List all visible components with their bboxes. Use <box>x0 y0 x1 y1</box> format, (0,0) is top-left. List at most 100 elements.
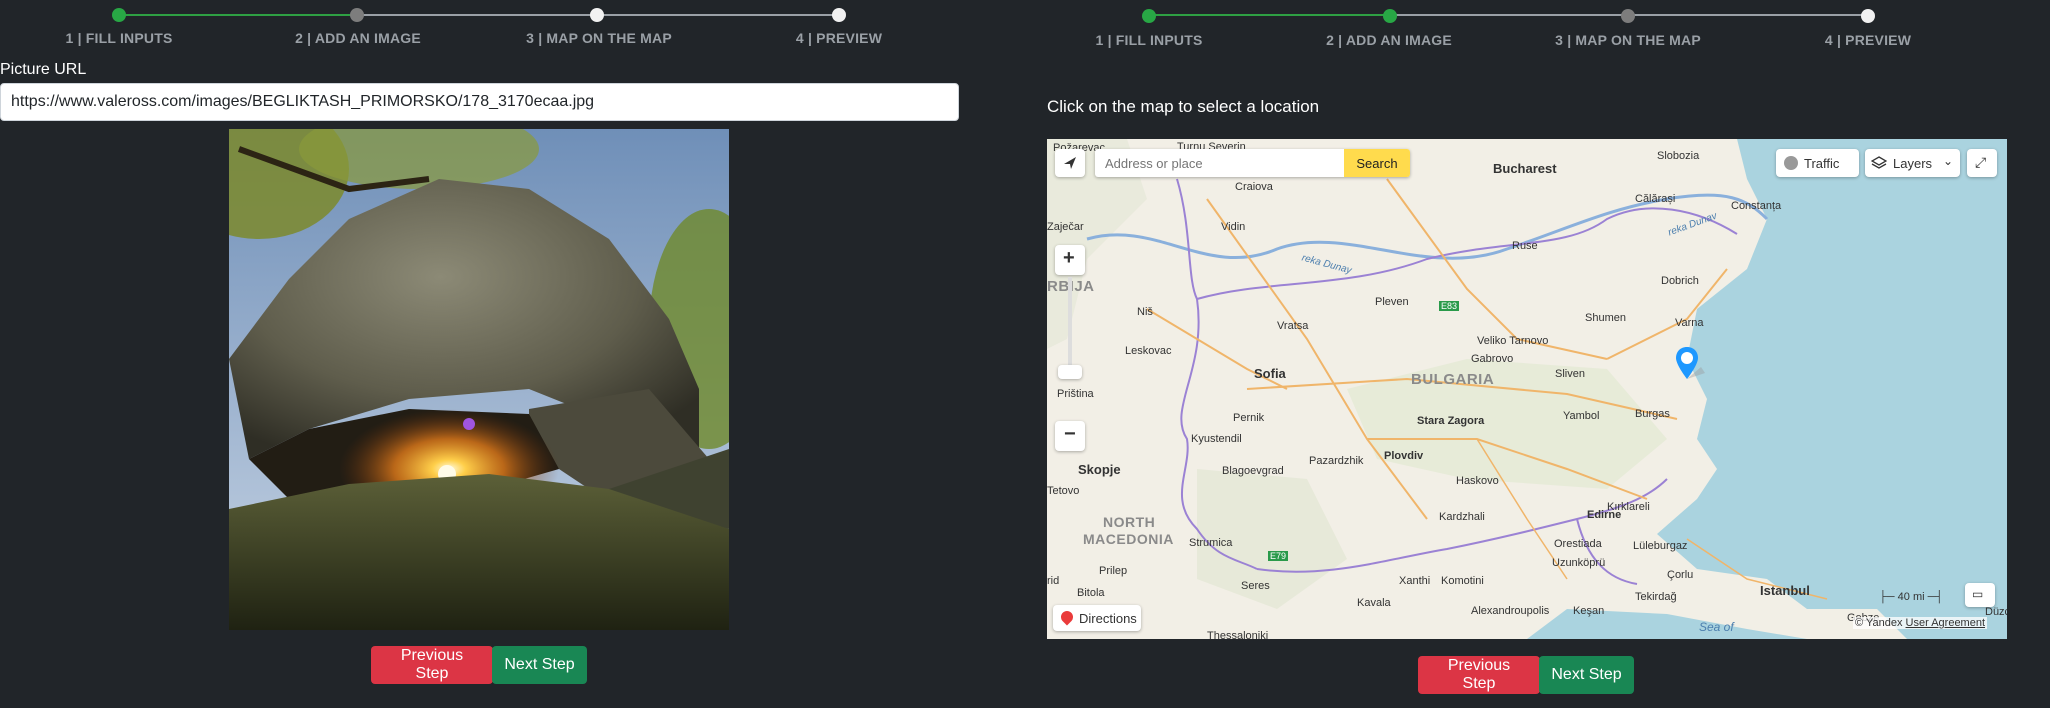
step-label-3: 3 | MAP ON THE MAP <box>526 30 672 46</box>
map-canvas[interactable] <box>1047 139 2007 639</box>
map-label: Keşan <box>1573 605 1605 617</box>
map-label: Istanbul <box>1760 583 1810 598</box>
map-label: Pernik <box>1233 412 1265 424</box>
pin-icon <box>1058 608 1076 626</box>
map-label: Bitola <box>1077 587 1105 599</box>
map-label: Slobozia <box>1657 150 1700 162</box>
next-step-button[interactable]: Next Step <box>492 646 587 684</box>
map-label: Craiova <box>1235 181 1273 193</box>
map-label: Burgas <box>1635 408 1670 420</box>
map-label: Shumen <box>1585 312 1626 324</box>
map-attribution: © Yandex User Agreement <box>1853 617 1988 629</box>
stepper-track-3 <box>1628 14 1868 16</box>
map-label: Tetovo <box>1047 485 1080 497</box>
stepper-track-3 <box>597 14 839 16</box>
scale-bar-left: ├─ <box>1879 591 1895 603</box>
step-dot-1[interactable] <box>112 8 126 22</box>
map-scale: ├─ 40 mi ─┤ <box>1879 591 1943 603</box>
geolocation-button[interactable] <box>1055 149 1085 177</box>
picture-url-label: Picture URL <box>0 61 87 78</box>
location-pin-icon[interactable] <box>1675 345 1707 385</box>
map-label: Yambol <box>1563 410 1600 422</box>
navigation-arrow-icon <box>1064 157 1076 169</box>
add-image-panel: 1 | FILL INPUTS 2 | ADD AN IMAGE 3 | MAP… <box>0 0 960 708</box>
map-search-input[interactable] <box>1095 149 1345 177</box>
map-label: Çorlu <box>1667 569 1694 581</box>
map-label: Kardzhali <box>1439 511 1485 523</box>
map-label: Pazardzhik <box>1309 455 1364 467</box>
layers-button[interactable]: Layers ⌄ <box>1865 149 1960 177</box>
layers-icon <box>1871 156 1887 169</box>
step-dot-2[interactable] <box>350 8 364 22</box>
map-label: Sliven <box>1555 368 1585 380</box>
next-step-button[interactable]: Next Step <box>1539 656 1634 694</box>
map-widget[interactable]: Turnu Severin Požarevac Bucharest Sloboz… <box>1047 139 2007 639</box>
progress-stepper: 1 | FILL INPUTS 2 | ADD AN IMAGE 3 | MAP… <box>0 6 960 46</box>
map-label: Călărași <box>1635 193 1676 205</box>
step-dot-1[interactable] <box>1142 9 1156 23</box>
map-label: Varna <box>1675 317 1704 329</box>
chevron-down-icon: ⌄ <box>1943 154 1954 168</box>
map-label: Bucharest <box>1493 161 1557 176</box>
traffic-label: Traffic <box>1804 156 1840 171</box>
map-label: Edirne <box>1587 509 1622 521</box>
zoom-slider-track[interactable] <box>1068 277 1072 367</box>
map-label: Ruse <box>1512 240 1538 252</box>
map-label: Uzunköprü <box>1552 557 1606 569</box>
map-label: Tekirdağ <box>1635 591 1677 603</box>
zoom-in-button[interactable]: + <box>1055 245 1085 275</box>
directions-button[interactable]: Directions <box>1053 605 1141 631</box>
map-label: Thessaloniki <box>1207 630 1269 639</box>
map-label: Niš <box>1137 306 1153 318</box>
stepper-track-1 <box>1149 14 1390 16</box>
zoom-out-button[interactable]: − <box>1055 421 1085 451</box>
step-dot-4[interactable] <box>832 8 846 22</box>
previous-step-button[interactable]: Previous Step <box>1418 656 1540 694</box>
map-label: Orestiada <box>1554 538 1602 550</box>
step-label-3: 3 | MAP ON THE MAP <box>1555 32 1701 48</box>
expand-icon: ⤢ <box>1975 154 1987 170</box>
preview-image <box>229 129 729 630</box>
map-label: Blagoevgrad <box>1222 465 1284 477</box>
map-panel: 1 | FILL INPUTS 2 | ADD AN IMAGE 3 | MAP… <box>1047 0 2007 708</box>
directions-label: Directions <box>1079 611 1137 626</box>
step-label-4: 4 | PREVIEW <box>795 30 883 46</box>
scale-bar-right: ─┤ <box>1927 591 1944 603</box>
picture-url-input[interactable] <box>0 83 959 121</box>
step-dot-3[interactable] <box>590 8 604 22</box>
layers-label: Layers <box>1893 156 1933 171</box>
map-label: Constanța <box>1731 200 1782 212</box>
map-label: Kavala <box>1357 597 1391 609</box>
map-search-button[interactable]: Search <box>1344 149 1410 177</box>
map-label: Zaječar <box>1047 221 1084 233</box>
map-label: Lüleburgaz <box>1633 540 1688 552</box>
map-label: Vratsa <box>1277 320 1309 332</box>
previous-step-button[interactable]: Previous Step <box>371 646 493 684</box>
step-label-1: 1 | FILL INPUTS <box>65 30 173 46</box>
map-label: Skopje <box>1078 462 1121 477</box>
map-search-box[interactable]: Search <box>1095 149 1410 177</box>
step-label-2: 2 | ADD AN IMAGE <box>295 30 421 46</box>
stepper-track-2 <box>357 14 597 16</box>
traffic-button[interactable]: Traffic <box>1776 149 1859 177</box>
ruler-button[interactable]: ▭ <box>1965 583 1995 607</box>
map-label: Komotini <box>1441 575 1484 587</box>
map-label: Plovdiv <box>1384 450 1424 462</box>
map-label: Xanthi <box>1399 575 1431 587</box>
user-agreement-link[interactable]: User Agreement <box>1906 617 1985 629</box>
map-label: Alexandroupolis <box>1471 605 1550 617</box>
minus-icon: − <box>1064 423 1076 445</box>
traffic-icon <box>1784 156 1798 170</box>
copyright-text: © Yandex <box>1855 617 1903 629</box>
map-label: E79 <box>1268 551 1289 561</box>
step-dot-2[interactable] <box>1383 9 1397 23</box>
map-label: Sea of <box>1699 620 1734 634</box>
map-label: Stara Zagora <box>1417 415 1485 427</box>
map-label: rid <box>1047 575 1060 587</box>
step-dot-4[interactable] <box>1861 9 1875 23</box>
zoom-slider-handle[interactable] <box>1058 365 1082 379</box>
map-label: NORTH <box>1103 514 1156 530</box>
map-label: Veliko Tarnovo <box>1477 335 1549 347</box>
step-dot-3[interactable] <box>1621 9 1635 23</box>
fullscreen-button[interactable]: ⤢ <box>1967 149 1997 177</box>
